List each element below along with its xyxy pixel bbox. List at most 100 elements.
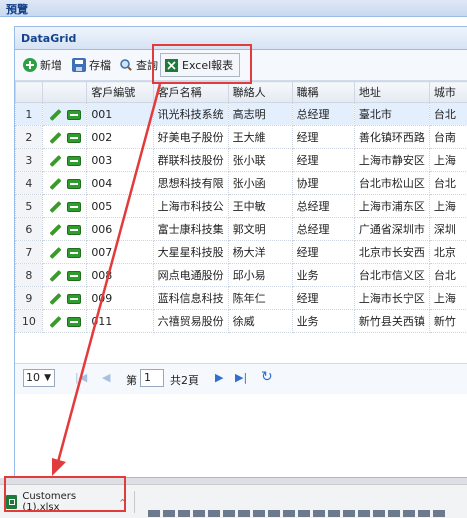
taskbar-icon[interactable]: [148, 510, 160, 517]
edit-icon[interactable]: [49, 154, 61, 166]
cell-name[interactable]: 六禧贸易股份: [153, 310, 228, 333]
taskbar-icon[interactable]: [433, 510, 445, 517]
save-button[interactable]: 存檔: [72, 57, 111, 73]
cell-title[interactable]: 经理: [292, 241, 354, 264]
taskbar-icon[interactable]: [178, 510, 190, 517]
table-row[interactable]: 8008网点电通股份邱小易业务台北市信义区台北: [16, 264, 467, 287]
cell-title[interactable]: 协理: [292, 172, 354, 195]
taskbar-icon[interactable]: [373, 510, 385, 517]
edit-icon[interactable]: [49, 177, 61, 189]
cell-id[interactable]: 009: [87, 287, 153, 310]
cell-city[interactable]: 上海: [429, 287, 467, 310]
delete-icon[interactable]: [67, 294, 81, 304]
row-number[interactable]: 9: [16, 287, 43, 310]
cell-id[interactable]: 001: [87, 103, 153, 126]
cell-id[interactable]: 008: [87, 264, 153, 287]
table-row[interactable]: 2002好美电子股份王大維经理善化镇环西路台南: [16, 126, 467, 149]
cell-city[interactable]: 台北: [429, 264, 467, 287]
cell-addr[interactable]: 上海市静安区: [354, 149, 429, 172]
row-number[interactable]: 6: [16, 218, 43, 241]
delete-icon[interactable]: [67, 248, 81, 258]
taskbar-icon[interactable]: [328, 510, 340, 517]
col-header-customer-name[interactable]: 客戶名稱: [153, 82, 228, 103]
col-header-city[interactable]: 城市: [429, 82, 467, 103]
taskbar-icon[interactable]: [208, 510, 220, 517]
cell-addr[interactable]: 上海市浦东区: [354, 195, 429, 218]
row-number[interactable]: 10: [16, 310, 43, 333]
cell-title[interactable]: 总经理: [292, 218, 354, 241]
taskbar-icon[interactable]: [343, 510, 355, 517]
cell-city[interactable]: 台南: [429, 126, 467, 149]
cell-addr[interactable]: 台北市信义区: [354, 264, 429, 287]
table-row[interactable]: 5005上海市科技公王中敏总经理上海市浦东区上海: [16, 195, 467, 218]
cell-addr[interactable]: 上海市长宁区: [354, 287, 429, 310]
cell-contact[interactable]: 张小联: [228, 149, 292, 172]
cell-addr[interactable]: 北京市长安西: [354, 241, 429, 264]
edit-icon[interactable]: [49, 292, 61, 304]
cell-contact[interactable]: 王大維: [228, 126, 292, 149]
cell-id[interactable]: 004: [87, 172, 153, 195]
cell-addr[interactable]: 台北市松山区: [354, 172, 429, 195]
download-item[interactable]: Customers (1).xlsx ^: [6, 489, 126, 515]
row-number[interactable]: 4: [16, 172, 43, 195]
taskbar-icon[interactable]: [298, 510, 310, 517]
cell-city[interactable]: 深圳: [429, 218, 467, 241]
cell-addr[interactable]: 广通省深圳市: [354, 218, 429, 241]
edit-icon[interactable]: [49, 269, 61, 281]
cell-name[interactable]: 好美电子股份: [153, 126, 228, 149]
cell-city[interactable]: 台北: [429, 172, 467, 195]
taskbar-icon[interactable]: [253, 510, 265, 517]
cell-name[interactable]: 富士康科技集: [153, 218, 228, 241]
delete-icon[interactable]: [67, 202, 81, 212]
page-number-input[interactable]: 1: [140, 369, 164, 387]
cell-id[interactable]: 002: [87, 126, 153, 149]
edit-icon[interactable]: [49, 131, 61, 143]
next-page-icon[interactable]: ▶: [215, 371, 223, 384]
cell-name[interactable]: 讯光科技系统: [153, 103, 228, 126]
cell-contact[interactable]: 张小函: [228, 172, 292, 195]
cell-addr[interactable]: 臺北市: [354, 103, 429, 126]
taskbar-icon[interactable]: [388, 510, 400, 517]
edit-icon[interactable]: [49, 200, 61, 212]
first-page-icon[interactable]: |◀: [75, 371, 87, 384]
cell-name[interactable]: 思想科技有限: [153, 172, 228, 195]
cell-contact[interactable]: 高志明: [228, 103, 292, 126]
cell-contact[interactable]: 陈年仁: [228, 287, 292, 310]
row-number[interactable]: 5: [16, 195, 43, 218]
cell-contact[interactable]: 郭文明: [228, 218, 292, 241]
table-row[interactable]: 4 004思想科技有限张小函协理台北市松山区台北: [16, 172, 467, 195]
cell-addr[interactable]: 新竹县关西镇: [354, 310, 429, 333]
edit-icon[interactable]: [49, 246, 61, 258]
cell-contact[interactable]: 徐威: [228, 310, 292, 333]
taskbar-icon[interactable]: [418, 510, 430, 517]
cell-contact[interactable]: 杨大洋: [228, 241, 292, 264]
cell-city[interactable]: 北京: [429, 241, 467, 264]
page-size-select[interactable]: 10 ▼: [23, 369, 55, 387]
taskbar-icon[interactable]: [403, 510, 415, 517]
col-header-customer-id[interactable]: 客戶編號: [87, 82, 153, 103]
taskbar-icon[interactable]: [313, 510, 325, 517]
chevron-up-icon[interactable]: ^: [119, 498, 126, 507]
row-number[interactable]: 2: [16, 126, 43, 149]
taskbar-icon[interactable]: [238, 510, 250, 517]
last-page-icon[interactable]: ▶|: [235, 371, 247, 384]
cell-title[interactable]: 业务: [292, 310, 354, 333]
add-button[interactable]: 新增: [23, 57, 62, 73]
delete-icon[interactable]: [67, 225, 81, 235]
col-header-contact[interactable]: 聯絡人: [228, 82, 292, 103]
row-number[interactable]: 1: [16, 103, 43, 126]
taskbar-icon[interactable]: [163, 510, 175, 517]
delete-icon[interactable]: [67, 179, 81, 189]
table-row[interactable]: 10011六禧贸易股份徐威业务新竹县关西镇新竹: [16, 310, 467, 333]
col-header-title[interactable]: 職稱: [292, 82, 354, 103]
delete-icon[interactable]: [67, 133, 81, 143]
prev-page-icon[interactable]: ◀: [102, 371, 110, 384]
excel-report-button[interactable]: Excel報表: [160, 53, 240, 77]
cell-title[interactable]: 总经理: [292, 195, 354, 218]
refresh-icon[interactable]: ↻: [261, 369, 273, 385]
delete-icon[interactable]: [67, 110, 81, 120]
cell-id[interactable]: 005: [87, 195, 153, 218]
cell-contact[interactable]: 王中敏: [228, 195, 292, 218]
delete-icon[interactable]: [67, 156, 81, 166]
cell-title[interactable]: 经理: [292, 126, 354, 149]
